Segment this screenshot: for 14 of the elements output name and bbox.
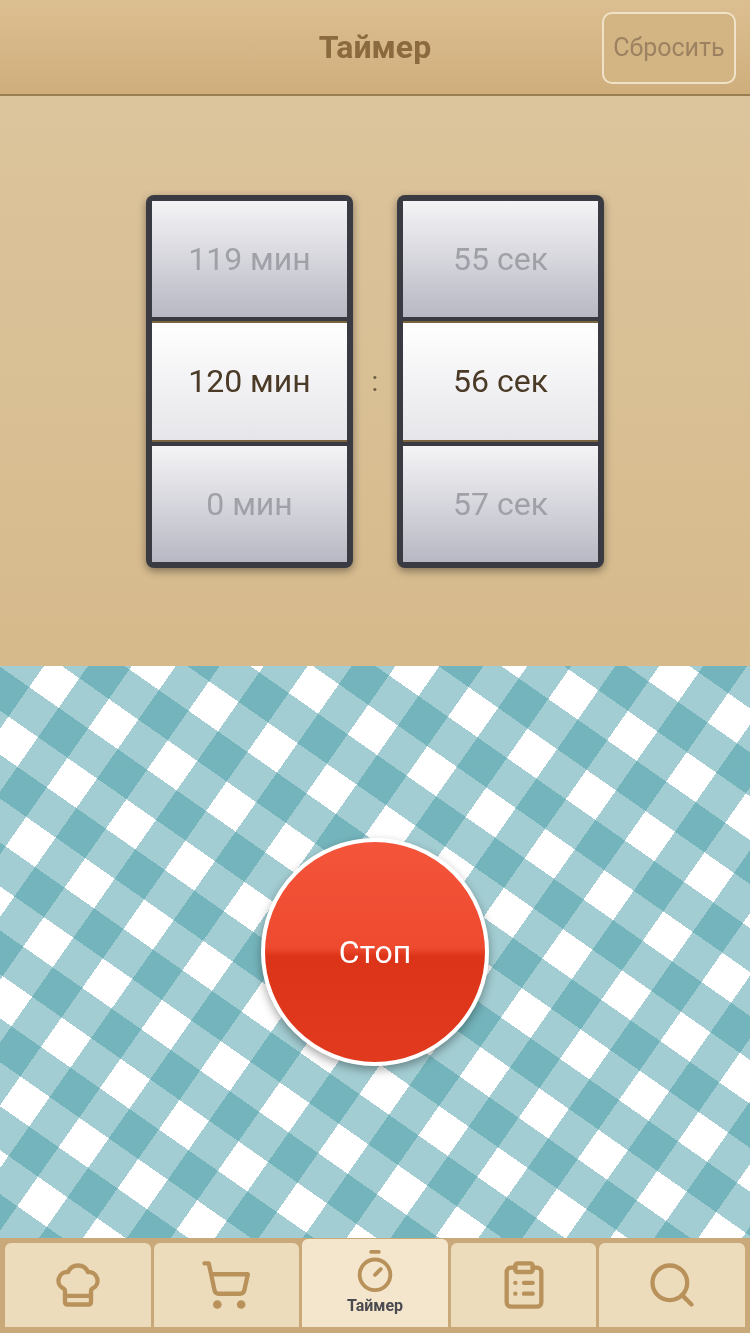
picker-wheel[interactable]: 119 мин 120 мин 0 мин [146,195,353,568]
tab[interactable] [450,1243,597,1327]
tab[interactable] [153,1243,300,1327]
picker-value[interactable]: 56 сек [403,321,598,442]
tab[interactable] [5,1243,151,1327]
tab-label: Таймер [346,1295,404,1317]
tab[interactable]: Таймер [302,1239,448,1327]
picker-value[interactable]: 120 мин [152,321,347,442]
screen-title: Таймер [318,27,432,68]
picker-wheel[interactable]: 55 сек 56 сек 57 сек [397,195,604,568]
shopping-cart-icon [200,1259,253,1311]
stop-button[interactable]: Стоп [261,838,489,1066]
time-separator: : [370,363,380,400]
tab[interactable] [599,1243,745,1327]
